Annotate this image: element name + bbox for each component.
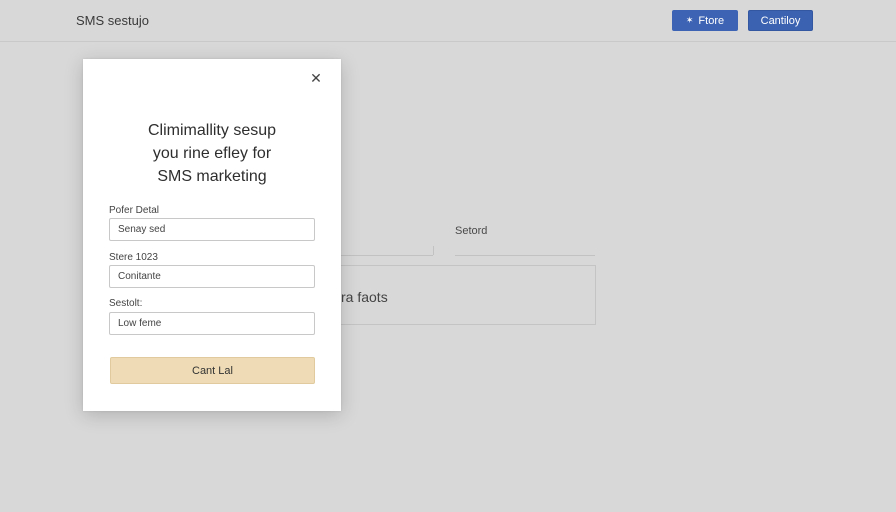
field-input-3[interactable]: [109, 312, 315, 335]
field-label-1: Pofer Detal: [109, 205, 160, 216]
field-label-3: Sestolt:: [109, 298, 143, 309]
background-field-underline: [340, 255, 433, 256]
submit-button[interactable]: Cant Lal: [110, 357, 315, 384]
cancel-button-label: Cantiloy: [760, 14, 801, 27]
background-field-label: Setord: [455, 225, 488, 237]
modal-heading: Climimallity sesup you rine efley for SM…: [83, 119, 341, 188]
background-divider: [433, 246, 434, 255]
modal-heading-line: Climimallity sesup: [147, 122, 277, 139]
modal-heading-line: SMS marketing: [157, 168, 267, 185]
background-box-text: ra faots: [341, 289, 388, 305]
modal-heading-line: you rine efley for: [152, 145, 272, 162]
sms-setup-modal: ✕ Climimallity sesup you rine efley for …: [83, 59, 341, 411]
field-input-1[interactable]: [109, 218, 315, 241]
top-bar: SMS sestujo ✶ Ftore Cantiloy: [0, 0, 896, 42]
store-button-label: Ftore: [698, 14, 725, 27]
page: SMS sestujo ✶ Ftore Cantiloy Setord ra f…: [0, 0, 896, 512]
background-field-input[interactable]: [455, 255, 595, 256]
field-label-2: Stere 1023: [109, 252, 158, 263]
pin-icon: ✶: [685, 15, 694, 25]
cancel-button[interactable]: Cantiloy: [748, 10, 813, 31]
close-icon[interactable]: ✕: [308, 70, 324, 86]
field-input-2[interactable]: [109, 265, 315, 288]
store-button[interactable]: ✶ Ftore: [672, 10, 738, 31]
app-title: SMS sestujo: [76, 13, 149, 28]
